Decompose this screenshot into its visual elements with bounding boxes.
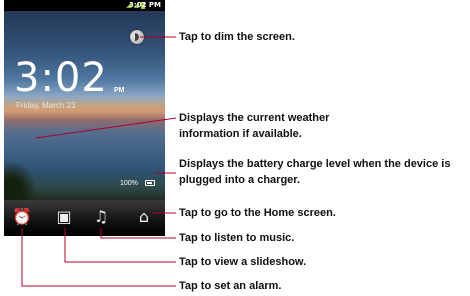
callout-music-label: Tap to listen to music. xyxy=(179,232,295,244)
callout-home-label: Tap to go to the Home screen. xyxy=(179,207,336,219)
callout-alarm-label: Tap to set an alarm. xyxy=(179,280,282,292)
callout-line-weather xyxy=(35,117,177,139)
callout-line-alarm xyxy=(21,228,176,287)
callout-slideshow-label: Tap to view a slideshow. xyxy=(179,256,307,268)
callout-battery-label-1: Displays the battery charge level when t… xyxy=(179,158,451,170)
callout-line-music xyxy=(100,228,176,239)
callout-line-slideshow xyxy=(64,228,176,263)
callout-weather-label-1: Displays the current weather xyxy=(179,112,330,124)
callout-battery-label-2: plugged into a charger. xyxy=(179,174,301,186)
callout-dim-label: Tap to dim the screen. xyxy=(179,31,295,43)
callout-weather-label-2: information if available. xyxy=(179,128,302,140)
